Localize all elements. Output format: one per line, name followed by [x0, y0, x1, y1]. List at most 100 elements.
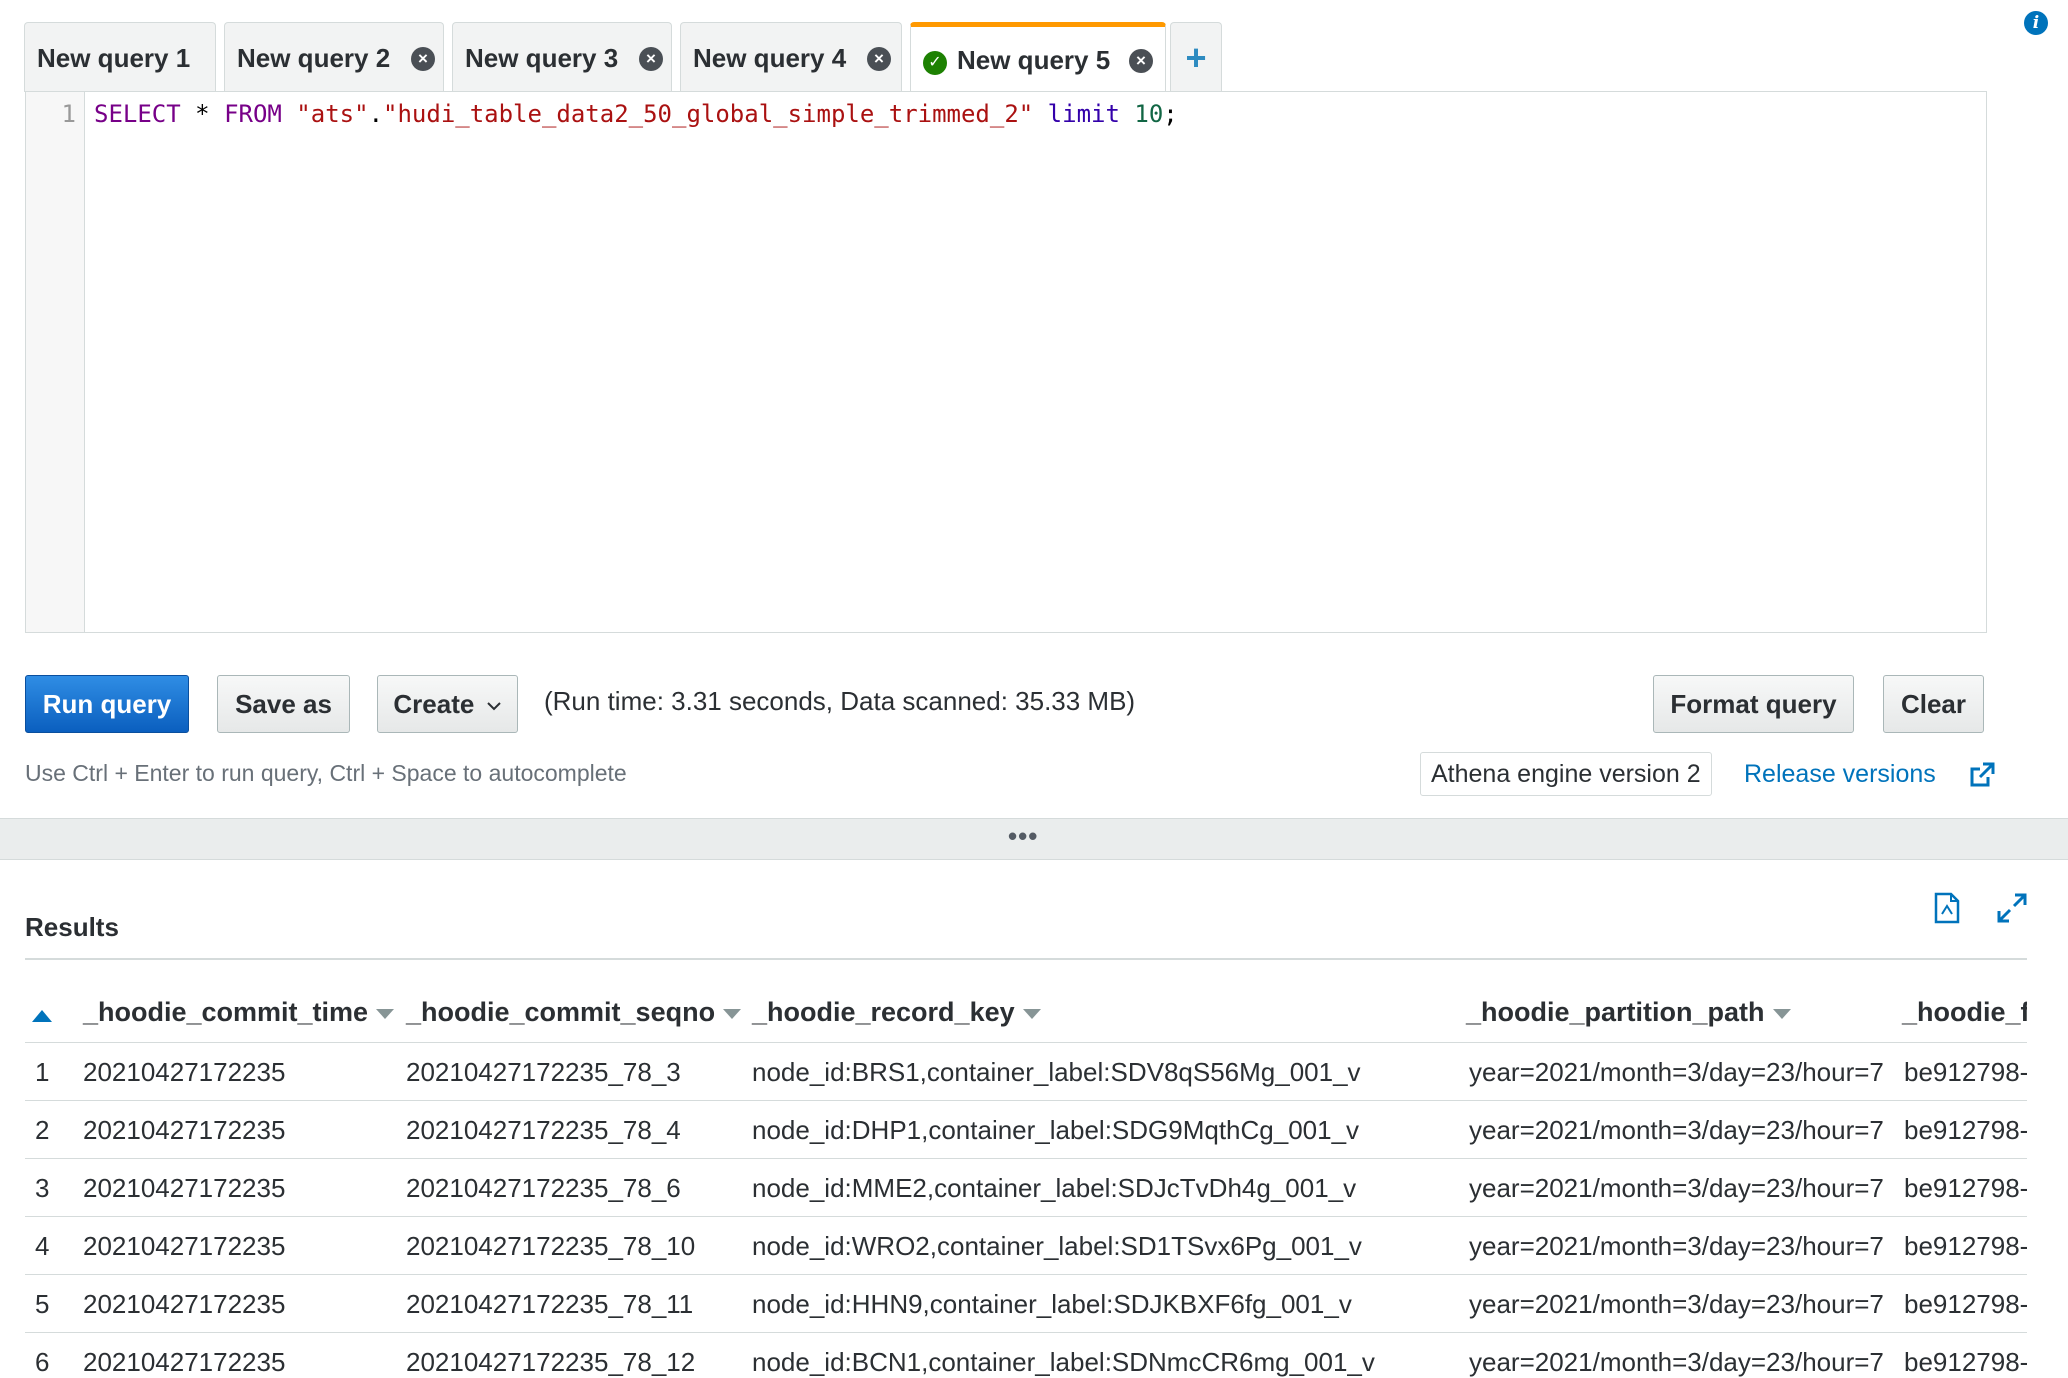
column-header[interactable]: _hoodie_commit_time — [83, 997, 395, 1028]
chevron-down-icon[interactable] — [723, 1008, 742, 1019]
cell: year=2021/month=3/day=23/hour=7 — [1469, 1347, 1884, 1377]
tab-new-query-4[interactable]: New query 4 × — [680, 22, 902, 92]
tab-new-query-3[interactable]: New query 3 × — [452, 22, 672, 92]
cell: node_id:HHN9,container_label:SDJKBXF6fg_… — [752, 1289, 1352, 1319]
results-divider — [25, 958, 2027, 960]
cell: be912798- — [1904, 1173, 2027, 1203]
cell: be912798- — [1904, 1347, 2027, 1377]
row-number: 4 — [35, 1231, 50, 1261]
save-as-label: Save as — [235, 689, 332, 719]
column-header[interactable]: _hoodie_partition_path — [1466, 997, 1791, 1028]
cell: 20210427172235 — [83, 1231, 286, 1261]
cell: year=2021/month=3/day=23/hour=7 — [1469, 1289, 1884, 1319]
create-label: Create — [393, 689, 475, 719]
sql-semicolon: ; — [1163, 100, 1178, 128]
add-icon: + — [1185, 37, 1207, 78]
chevron-down-icon[interactable] — [1022, 1008, 1041, 1019]
cell: be912798- — [1904, 1115, 2027, 1145]
cell: 20210427172235_78_4 — [406, 1115, 681, 1145]
cell: 20210427172235_78_3 — [406, 1057, 681, 1087]
run-query-button[interactable]: Run query — [25, 675, 189, 733]
cell: year=2021/month=3/day=23/hour=7 — [1469, 1173, 1884, 1203]
clear-label: Clear — [1900, 689, 1967, 719]
external-link-icon[interactable] — [1968, 761, 1996, 789]
tab-new-query-5[interactable]: ✓ New query 5 × — [910, 22, 1166, 92]
tab-label: New query 3 — [465, 43, 619, 73]
results-title: Results — [25, 912, 119, 942]
cell: node_id:DHP1,container_label:SDG9MqthCg_… — [752, 1115, 1360, 1145]
sort-ascending-icon[interactable] — [32, 1010, 52, 1022]
table-row: 4 20210427172235 20210427172235_78_10 no… — [25, 1217, 2027, 1275]
sql-limit: limit — [1033, 100, 1120, 128]
column-header[interactable]: _hoodie_record_key — [752, 997, 1041, 1028]
sql-table: "hudi_table_data2_50_global_simple_trimm… — [383, 100, 1034, 128]
run-query-label: Run query — [42, 689, 172, 719]
chevron-down-icon[interactable] — [376, 1008, 395, 1019]
table-header: _hoodie_commit_time _hoodie_commit_seqno… — [25, 985, 2027, 1043]
cell: 20210427172235 — [83, 1347, 286, 1377]
drag-handle-icon[interactable]: ••• — [1008, 821, 1038, 852]
sql-star: * — [180, 100, 225, 128]
close-icon[interactable]: × — [639, 47, 663, 71]
tab-label: New query 4 — [693, 43, 847, 73]
tab-label: New query 5 — [957, 45, 1111, 75]
info-icon[interactable]: i — [2024, 11, 2048, 35]
cell: node_id:MME2,container_label:SDJcTvDh4g_… — [752, 1173, 1357, 1203]
cell: year=2021/month=3/day=23/hour=7 — [1469, 1115, 1884, 1145]
cell: year=2021/month=3/day=23/hour=7 — [1469, 1057, 1884, 1087]
cell: year=2021/month=3/day=23/hour=7 — [1469, 1231, 1884, 1261]
cell: be912798- — [1904, 1057, 2027, 1087]
cell: 20210427172235_78_6 — [406, 1173, 681, 1203]
cell: 20210427172235 — [83, 1289, 286, 1319]
close-icon[interactable]: × — [411, 47, 435, 71]
table-row: 3 20210427172235 20210427172235_78_6 nod… — [25, 1159, 2027, 1217]
results-table: _hoodie_commit_time _hoodie_commit_seqno… — [25, 985, 2027, 1378]
cell: 20210427172235 — [83, 1057, 286, 1087]
format-query-label: Format query — [1670, 689, 1837, 719]
sql-from: FROM — [224, 100, 282, 128]
row-number: 1 — [35, 1057, 50, 1087]
row-number: 6 — [35, 1347, 50, 1377]
table-row: 2 20210427172235 20210427172235_78_4 nod… — [25, 1101, 2027, 1159]
sql-dot: . — [368, 100, 384, 128]
add-tab-button[interactable]: + — [1170, 22, 1222, 92]
chevron-down-icon[interactable] — [1772, 1008, 1791, 1019]
cell: 20210427172235 — [83, 1115, 286, 1145]
cell: be912798- — [1904, 1231, 2027, 1261]
column-header[interactable]: _hoodie_commit_seqno — [406, 997, 742, 1028]
line-number: 1 — [61, 100, 76, 128]
table-row: 5 20210427172235 20210427172235_78_11 no… — [25, 1275, 2027, 1333]
query-text[interactable]: SELECT * FROM "ats"."hudi_table_data2_50… — [94, 100, 1178, 128]
line-gutter: 1 — [26, 92, 85, 632]
keyboard-hint: Use Ctrl + Enter to run query, Ctrl + Sp… — [25, 760, 627, 786]
tab-new-query-2[interactable]: New query 2 × — [224, 22, 444, 92]
panel-resize-divider[interactable]: ••• — [0, 818, 2068, 860]
close-icon[interactable]: × — [867, 47, 891, 71]
cell: be912798- — [1904, 1289, 2027, 1319]
chevron-down-icon — [486, 702, 501, 711]
query-editor[interactable]: 1 SELECT * FROM "ats"."hudi_table_data2_… — [25, 91, 1987, 633]
row-number: 5 — [35, 1289, 50, 1319]
format-query-button[interactable]: Format query — [1653, 675, 1854, 733]
download-icon[interactable] — [1932, 892, 1962, 924]
cell: 20210427172235_78_12 — [406, 1347, 696, 1377]
row-number: 2 — [35, 1115, 50, 1145]
row-number: 3 — [35, 1173, 50, 1203]
table-row: 1 20210427172235 20210427172235_78_3 nod… — [25, 1043, 2027, 1101]
sql-database: "ats" — [281, 100, 369, 128]
save-as-button[interactable]: Save as — [217, 675, 350, 733]
tab-new-query-1[interactable]: New query 1 — [24, 22, 216, 92]
table-row: 6 20210427172235 20210427172235_78_12 no… — [25, 1333, 2027, 1378]
clear-button[interactable]: Clear — [1883, 675, 1984, 733]
run-info: (Run time: 3.31 seconds, Data scanned: 3… — [544, 686, 1136, 716]
column-header[interactable]: _hoodie_f — [1902, 997, 2027, 1028]
expand-icon[interactable] — [1996, 892, 2028, 924]
engine-version-badge: Athena engine version 2 — [1420, 752, 1712, 796]
release-versions-link[interactable]: Release versions — [1744, 760, 1936, 789]
create-dropdown-button[interactable]: Create — [377, 675, 518, 733]
success-check-icon: ✓ — [923, 51, 947, 75]
close-icon[interactable]: × — [1129, 49, 1153, 73]
sql-limit-value: 10 — [1119, 100, 1164, 128]
cell: 20210427172235 — [83, 1173, 286, 1203]
cell: 20210427172235_78_10 — [406, 1231, 696, 1261]
